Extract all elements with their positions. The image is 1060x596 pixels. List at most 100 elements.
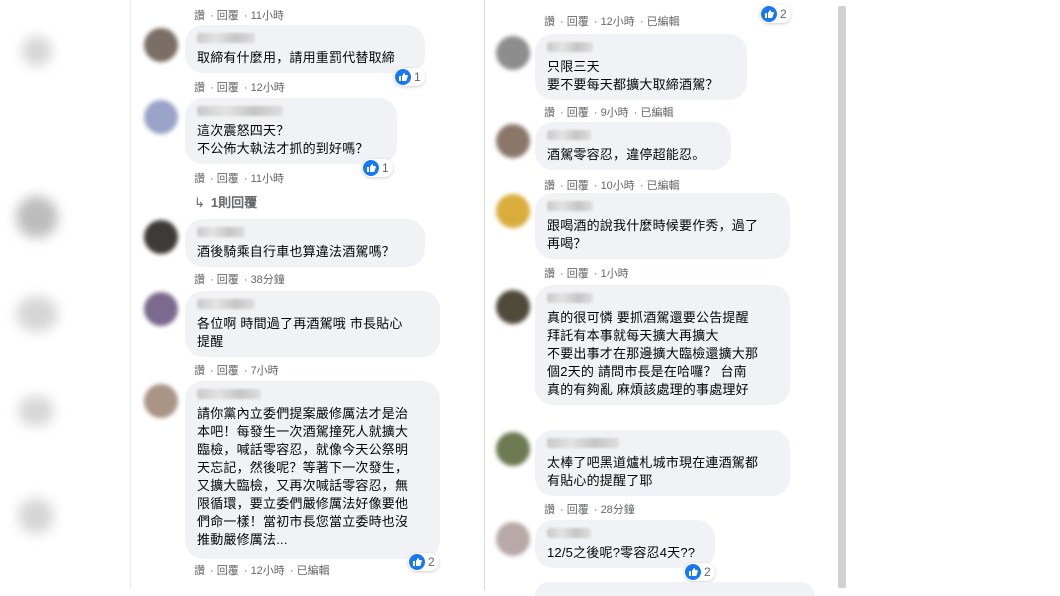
edited-label: 已編輯 bbox=[646, 16, 680, 28]
blurred-background-avatar bbox=[18, 396, 54, 426]
comment-bubble: 太棒了吧黑道爐札城市現在連酒駕都 有貼心的提醒了耶 bbox=[535, 430, 790, 496]
comment-text: 跟喝酒的說我什麼時候要作秀，過了 再喝？ bbox=[547, 218, 759, 251]
timestamp[interactable]: 12小時 bbox=[251, 565, 285, 577]
author-name-redacted[interactable] bbox=[197, 227, 245, 237]
timestamp[interactable]: 9小時 bbox=[601, 107, 629, 119]
reply-link[interactable]: 回覆 bbox=[567, 180, 589, 192]
comment-text: 12/5之後呢?零容忍4天?? bbox=[547, 545, 696, 560]
timestamp[interactable]: 12小時 bbox=[601, 16, 635, 28]
timestamp[interactable]: 7小時 bbox=[251, 365, 279, 377]
thumbs-up-icon bbox=[761, 6, 777, 22]
edited-label: 已編輯 bbox=[296, 565, 330, 577]
comment-meta: 讚 · 回覆 · 9小時 · 已編輯 bbox=[544, 107, 674, 119]
comment-bubble-partial bbox=[535, 582, 815, 596]
comment-bubble: 跟喝酒的說我什麼時候要作秀，過了 再喝？ bbox=[535, 193, 790, 259]
timestamp[interactable]: 12小時 bbox=[251, 82, 285, 94]
like-link[interactable]: 讚 bbox=[194, 365, 205, 377]
like-link[interactable]: 讚 bbox=[544, 180, 555, 192]
reply-link[interactable]: 回覆 bbox=[567, 268, 589, 280]
comment-meta: 讚 · 回覆 · 11小時 bbox=[194, 10, 284, 22]
reaction-count[interactable]: 2 bbox=[684, 563, 715, 581]
author-name-redacted[interactable] bbox=[197, 33, 255, 43]
reply-link[interactable]: 回覆 bbox=[217, 565, 239, 577]
author-name-redacted[interactable] bbox=[547, 130, 591, 140]
avatar[interactable] bbox=[496, 432, 530, 466]
timestamp[interactable]: 10小時 bbox=[601, 180, 635, 192]
comment-bubble: 取締有什麼用，請用重罰代替取締 bbox=[185, 25, 425, 73]
reaction-count[interactable]: 1 bbox=[394, 68, 425, 86]
like-link[interactable]: 讚 bbox=[544, 268, 555, 280]
author-name-redacted[interactable] bbox=[197, 299, 255, 309]
author-name-redacted[interactable] bbox=[547, 528, 591, 538]
timestamp[interactable]: 38分鐘 bbox=[251, 274, 285, 286]
comment-bubble: 真的很可憐 要抓酒駕還要公告提醒 拜託有本事就每天擴大再擴大 不要出事才在那邊擴… bbox=[535, 285, 790, 405]
avatar[interactable] bbox=[496, 194, 530, 228]
reply-link[interactable]: 回覆 bbox=[217, 274, 239, 286]
avatar[interactable] bbox=[144, 100, 178, 134]
comment-meta: 讚 · 回覆 · 28分鐘 bbox=[544, 504, 635, 516]
reply-arrow-icon: ↳ bbox=[194, 195, 205, 210]
author-name-redacted[interactable] bbox=[197, 106, 283, 116]
comment-meta: 讚 · 回覆 · 12小時 · 已編輯 bbox=[544, 16, 680, 28]
like-link[interactable]: 讚 bbox=[194, 82, 205, 94]
author-name-redacted[interactable] bbox=[547, 293, 593, 303]
thumbs-up-icon bbox=[409, 554, 425, 570]
like-link[interactable]: 讚 bbox=[194, 274, 205, 286]
reaction-count[interactable]: 1 bbox=[362, 159, 393, 177]
comment-meta: 讚 · 回覆 · 11小時 bbox=[194, 173, 284, 185]
author-name-redacted[interactable] bbox=[547, 42, 593, 52]
view-replies-link[interactable]: ↳ 1則回覆 bbox=[194, 192, 257, 211]
like-link[interactable]: 讚 bbox=[194, 10, 205, 22]
author-name-redacted[interactable] bbox=[547, 438, 619, 448]
avatar[interactable] bbox=[144, 292, 178, 326]
timestamp[interactable]: 28分鐘 bbox=[601, 504, 635, 516]
reaction-number: 1 bbox=[382, 161, 389, 175]
reaction-count[interactable]: 2 bbox=[760, 5, 791, 23]
timestamp[interactable]: 11小時 bbox=[251, 173, 284, 185]
reply-link[interactable]: 回覆 bbox=[567, 504, 589, 516]
comment-bubble: 只限三天 要不要每天都擴大取締酒駕？ bbox=[535, 34, 747, 100]
timestamp[interactable]: 11小時 bbox=[251, 10, 284, 22]
comment-meta: 讚 · 回覆 · 12小時 · 已編輯 bbox=[194, 565, 330, 577]
reply-link[interactable]: 回覆 bbox=[217, 173, 239, 185]
author-name-redacted[interactable] bbox=[547, 201, 593, 211]
avatar[interactable] bbox=[496, 36, 530, 70]
reply-link[interactable]: 回覆 bbox=[217, 10, 239, 22]
reply-link[interactable]: 回覆 bbox=[217, 82, 239, 94]
comment-bubble: 12/5之後呢?零容忍4天?? bbox=[535, 520, 715, 568]
thumbs-up-icon bbox=[395, 69, 411, 85]
comment-text: 請你黨內立委們提案嚴修厲法才是治 本吧！每發生一次酒駕撞死人就擴大 臨檢，喊話零… bbox=[197, 406, 409, 547]
avatar[interactable] bbox=[144, 28, 178, 62]
comment-bubble: 請你黨內立委們提案嚴修厲法才是治 本吧！每發生一次酒駕撞死人就擴大 臨檢，喊話零… bbox=[185, 381, 440, 559]
comment-text: 真的很可憐 要抓酒駕還要公告提醒 拜託有本事就每天擴大再擴大 不要出事才在那邊擴… bbox=[547, 310, 759, 397]
avatar[interactable] bbox=[144, 384, 178, 418]
reply-link[interactable]: 回覆 bbox=[567, 107, 589, 119]
comment-bubble: 這次震怒四天？ 不公佈大執法才抓的到好嗎？ bbox=[185, 98, 397, 164]
like-link[interactable]: 讚 bbox=[544, 16, 555, 28]
like-link[interactable]: 讚 bbox=[194, 173, 205, 185]
like-link[interactable]: 讚 bbox=[194, 565, 205, 577]
comment-text: 酒駕零容忍，違停超能忍。 bbox=[547, 147, 706, 162]
edited-label: 已編輯 bbox=[646, 180, 680, 192]
reaction-number: 2 bbox=[428, 555, 435, 569]
reaction-count[interactable]: 2 bbox=[408, 553, 439, 571]
author-name-redacted[interactable] bbox=[197, 389, 261, 399]
comment-text: 各位啊 時間過了再酒駕哦 市長貼心 提醒 bbox=[197, 316, 403, 349]
comment-bubble: 酒駕零容忍，違停超能忍。 bbox=[535, 122, 731, 170]
avatar[interactable] bbox=[144, 220, 178, 254]
reaction-number: 2 bbox=[704, 565, 711, 579]
avatar[interactable] bbox=[496, 124, 530, 158]
blurred-background-avatar bbox=[18, 498, 54, 534]
like-link[interactable]: 讚 bbox=[544, 504, 555, 516]
reply-link[interactable]: 回覆 bbox=[217, 365, 239, 377]
reply-link[interactable]: 回覆 bbox=[567, 16, 589, 28]
avatar[interactable] bbox=[496, 290, 530, 324]
comment-text: 取締有什麼用，請用重罰代替取締 bbox=[197, 50, 396, 65]
scrollbar[interactable] bbox=[838, 6, 846, 588]
like-link[interactable]: 讚 bbox=[544, 107, 555, 119]
avatar[interactable] bbox=[496, 522, 530, 556]
comment-meta: 讚 · 回覆 · 7小時 bbox=[194, 365, 279, 377]
blurred-background-avatar bbox=[22, 36, 52, 66]
timestamp[interactable]: 1小時 bbox=[601, 268, 629, 280]
comment-meta: 讚 · 回覆 · 12小時 bbox=[194, 82, 285, 94]
